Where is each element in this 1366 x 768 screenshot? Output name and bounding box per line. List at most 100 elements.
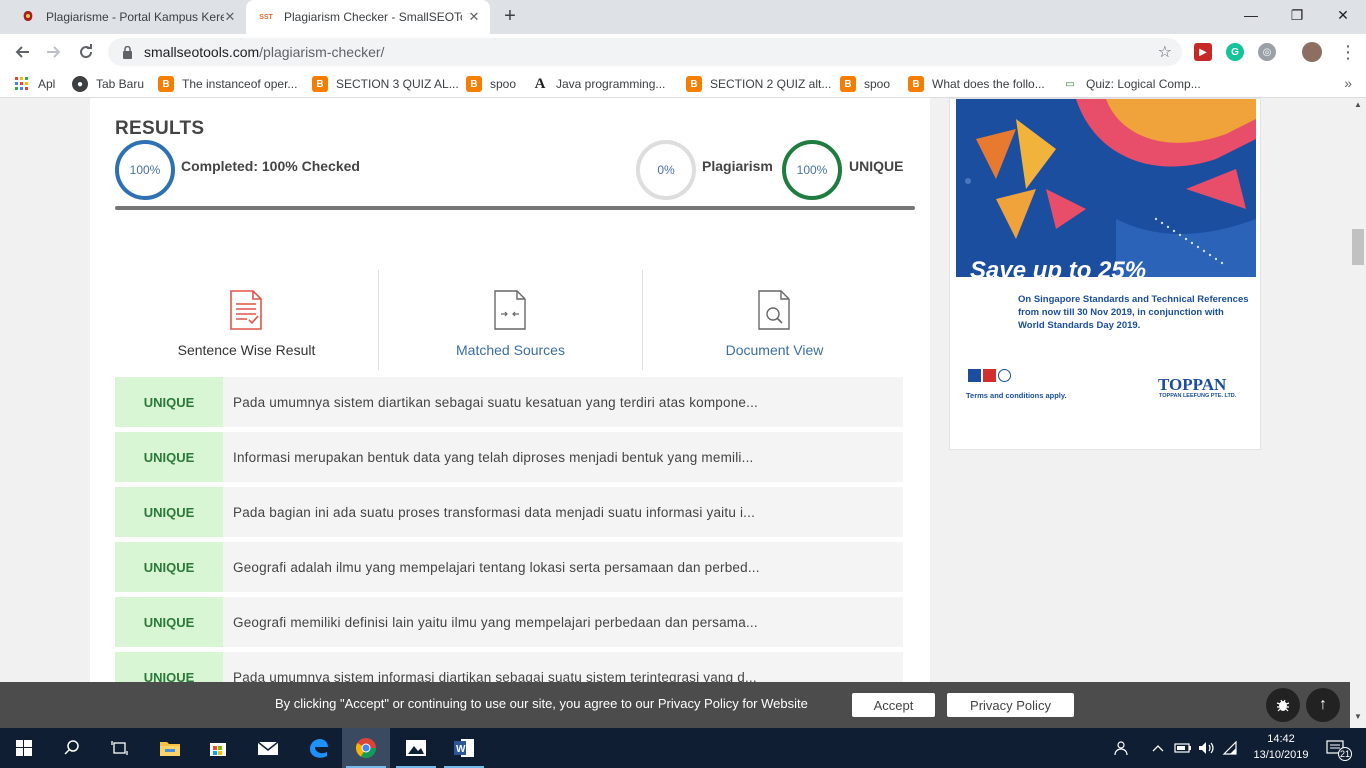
tab-matched-sources[interactable]: Matched Sources	[379, 270, 642, 370]
sentence-row[interactable]: UNIQUE Informasi merupakan bentuk data y…	[115, 432, 903, 482]
bookmark-section-2-quiz[interactable]: B SECTION 2 QUIZ alt...	[686, 75, 831, 93]
bookmarks-bar: Apl ● Tab Baru B The instanceof oper... …	[0, 70, 1366, 98]
notification-count-badge: 21	[1338, 747, 1352, 761]
bookmark-label: What does the follo...	[932, 77, 1045, 91]
edge-browser-icon[interactable]	[294, 728, 342, 768]
scroll-down-arrow-icon[interactable]: ▼	[1350, 712, 1366, 726]
wifi-icon[interactable]	[1222, 728, 1238, 768]
unique-badge: UNIQUE	[115, 487, 223, 537]
close-window-button[interactable]: ✕	[1320, 0, 1366, 30]
blogger-icon: B	[466, 76, 482, 92]
privacy-policy-button[interactable]: Privacy Policy	[947, 693, 1074, 717]
people-icon[interactable]	[1114, 728, 1132, 768]
iso-logo-icon	[983, 369, 996, 382]
sentence-row[interactable]: UNIQUE Pada bagian ini ada suatu proses …	[115, 487, 903, 537]
unique-badge: UNIQUE	[115, 432, 223, 482]
page-viewport: RESULTS 100% Completed: 100% Checked 0% …	[0, 98, 1350, 728]
bookmark-instanceof[interactable]: B The instanceof oper...	[158, 75, 297, 93]
mail-icon[interactable]	[244, 728, 292, 768]
new-tab-button[interactable]: +	[498, 5, 522, 29]
page-scrollbar[interactable]: ▲ ▼	[1350, 98, 1366, 728]
bookmark-label: spoo	[490, 77, 517, 91]
accept-button[interactable]: Accept	[852, 693, 935, 717]
bookmark-label: SECTION 2 QUIZ alt...	[710, 77, 832, 91]
bookmark-label: Quiz: Logical Comp...	[1086, 77, 1201, 91]
bookmark-apps[interactable]: Apl	[14, 75, 55, 93]
notification-center-icon[interactable]: 21	[1326, 728, 1352, 768]
unique-circle: 100%	[782, 140, 842, 200]
cookie-consent-bar: By clicking "Accept" or continuing to us…	[0, 682, 1350, 728]
quiz-site-icon: ▭	[1065, 78, 1075, 90]
unique-badge: UNIQUE	[115, 542, 223, 592]
result-view-tabs: Sentence Wise Result Matched Sources Doc…	[115, 270, 903, 370]
windows-taskbar: W 14:42 13/10/2019 21	[0, 728, 1366, 768]
bookmark-spoo-2[interactable]: B spoo	[840, 75, 890, 93]
back-arrow-icon[interactable]	[8, 38, 36, 66]
photos-app-icon[interactable]	[392, 728, 440, 768]
windows-start-icon[interactable]	[0, 728, 48, 768]
maximize-button[interactable]: ❐	[1274, 0, 1320, 30]
file-explorer-icon[interactable]	[146, 728, 194, 768]
scrollbar-thumb[interactable]	[1352, 229, 1364, 265]
svg-text:W: W	[456, 744, 466, 755]
minimize-button[interactable]: —	[1228, 0, 1274, 30]
sentence-document-icon	[230, 290, 262, 330]
sentence-row[interactable]: UNIQUE Geografi adalah ilmu yang mempela…	[115, 542, 903, 592]
chrome-menu-icon[interactable]: ⋮	[1334, 38, 1362, 66]
blogger-icon: B	[908, 76, 924, 92]
tab-sentence-wise-result[interactable]: Sentence Wise Result	[115, 270, 378, 370]
forward-arrow-icon[interactable]	[40, 38, 68, 66]
bookmark-section-3-quiz[interactable]: B SECTION 3 QUIZ AL...	[312, 75, 459, 93]
bookmark-star-icon[interactable]: ☆	[1158, 42, 1172, 62]
tab-close-icon[interactable]: ✕	[466, 9, 482, 25]
tab-label: Document View	[725, 342, 824, 358]
toppan-logo: TOPPAN	[1158, 375, 1227, 394]
address-bar[interactable]: smallseotools.com /plagiarism-checker/ ☆	[108, 38, 1182, 66]
bookmark-label: Tab Baru	[96, 77, 145, 91]
ad-headline: Save up to 25%	[970, 257, 1147, 284]
reload-icon[interactable]	[72, 38, 100, 66]
bookmark-java-programming[interactable]: A Java programming...	[532, 75, 666, 93]
chrome-taskbar-icon[interactable]	[342, 728, 390, 768]
bookmark-what-does[interactable]: B What does the follo...	[908, 75, 1045, 93]
toppan-subtitle: TOPPAN LEEFUNG PTE. LTD.	[1159, 393, 1237, 399]
bookmark-spoo-1[interactable]: B spoo	[466, 75, 516, 93]
sentence-row[interactable]: UNIQUE Pada umumnya sistem diartikan seb…	[115, 377, 903, 427]
bookmark-quiz-logical[interactable]: ▭ Quiz: Logical Comp...	[1062, 75, 1201, 93]
profile-avatar[interactable]	[1302, 42, 1322, 62]
ad-artwork	[956, 99, 1256, 277]
extension-red-icon[interactable]: ▶	[1194, 43, 1212, 61]
bookmarks-overflow-icon[interactable]: »	[1344, 75, 1352, 91]
completed-label: Completed: 100% Checked	[181, 158, 360, 174]
plagiarism-label: Plagiarism	[702, 158, 773, 174]
blogger-icon: B	[312, 76, 328, 92]
bookmark-tab-baru[interactable]: ● Tab Baru	[72, 75, 144, 93]
tab-document-view[interactable]: Document View	[643, 270, 906, 370]
microsoft-store-icon[interactable]	[194, 728, 242, 768]
back-to-top-button[interactable]: ↑	[1306, 688, 1340, 722]
volume-icon[interactable]	[1198, 728, 1216, 768]
browser-tab-plagiarism-checker[interactable]: SST Plagiarism Checker - SmallSEOTo ✕	[246, 0, 490, 34]
standards-logos	[968, 369, 1011, 382]
iec-logo-icon	[968, 369, 981, 382]
sentence-text: Pada bagian ini ada suatu proses transfo…	[233, 504, 756, 520]
bookmark-label: spoo	[864, 77, 891, 91]
bug-report-icon[interactable]	[1266, 688, 1300, 722]
advertisement-banner[interactable]: Save up to 25% On Singapore Standards an…	[949, 98, 1261, 450]
sentence-row[interactable]: UNIQUE Geografi memiliki definisi lain y…	[115, 597, 903, 647]
tab-close-icon[interactable]: ✕	[222, 9, 238, 25]
system-clock[interactable]: 14:42 13/10/2019	[1244, 731, 1318, 763]
browser-tab-plagiarisme[interactable]: Plagiarisme - Portal Kampus Kere ✕	[8, 0, 246, 34]
show-hidden-icons-chevron-icon[interactable]	[1152, 728, 1164, 768]
globe-extension-icon[interactable]: ◎	[1258, 43, 1276, 61]
word-app-icon[interactable]: W	[440, 728, 488, 768]
tab-title: Plagiarism Checker - SmallSEOTo	[284, 10, 462, 24]
bookmark-label: Apl	[38, 77, 56, 91]
search-icon[interactable]	[48, 728, 96, 768]
scroll-up-arrow-icon[interactable]: ▲	[1350, 100, 1366, 114]
blogger-icon: B	[840, 76, 856, 92]
grammarly-icon[interactable]: G	[1226, 43, 1244, 61]
completed-circle: 100%	[115, 140, 175, 200]
battery-icon[interactable]	[1174, 728, 1192, 768]
task-view-icon[interactable]	[96, 728, 144, 768]
